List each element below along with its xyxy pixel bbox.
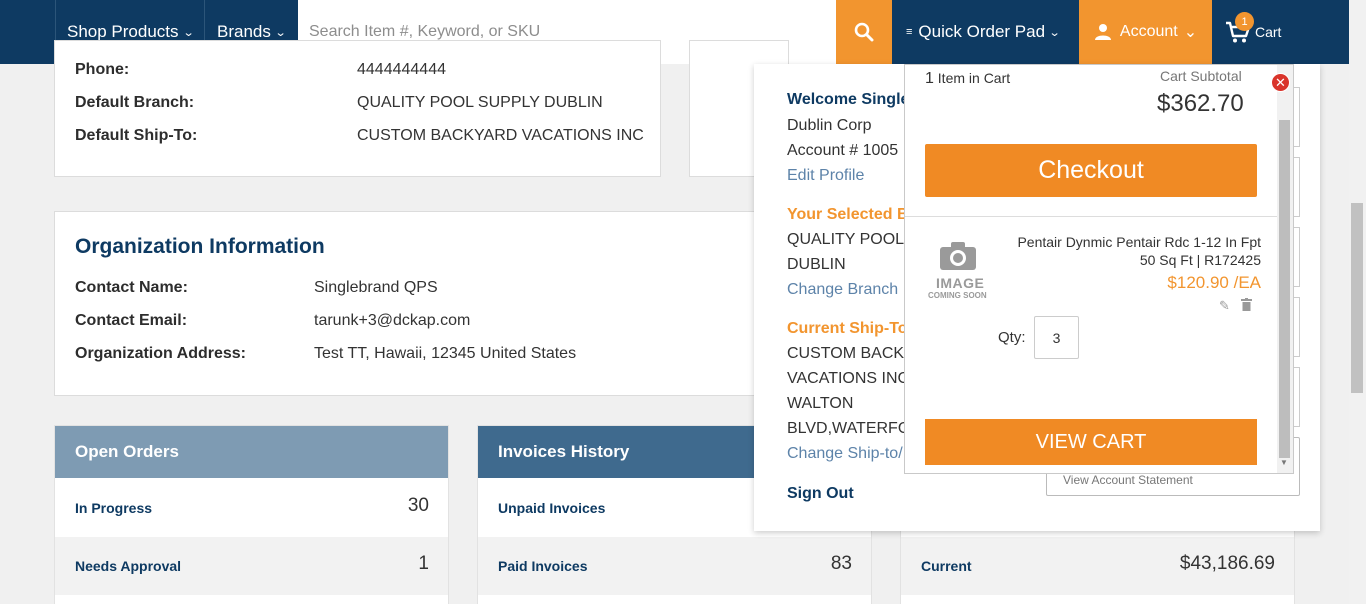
view-statement-label: View Account Statement xyxy=(1063,473,1193,487)
change-branch-link[interactable]: Change Branch xyxy=(787,281,898,299)
open-orders-title: Open Orders xyxy=(55,426,448,478)
product-name[interactable]: Pentair Dynmic Pentair Rdc 1-12 In Fpt 5… xyxy=(995,233,1261,269)
trash-icon[interactable] xyxy=(1241,298,1252,316)
image-placeholder-subtext: COMING SOON xyxy=(928,291,987,300)
item-count-number: 1 xyxy=(925,70,934,87)
camera-icon xyxy=(940,242,976,270)
open-orders-panel: Open Orders In Progress 30 Needs Approva… xyxy=(54,425,449,604)
default-branch-value: QUALITY POOL SUPPLY DUBLIN xyxy=(357,94,603,111)
search-icon xyxy=(854,22,874,42)
product-name-line1: Pentair Dynmic Pentair Rdc 1-12 In Fpt xyxy=(1017,234,1261,250)
view-cart-button[interactable]: VIEW CART xyxy=(925,419,1257,465)
brands-label: Brands xyxy=(217,22,271,41)
item-count-label: Item in Cart xyxy=(937,70,1011,86)
paid-invoices-count: 83 xyxy=(830,553,852,574)
account-menu[interactable]: Account ⌄ xyxy=(1079,0,1212,64)
welcome-text: Welcome Single xyxy=(787,91,910,108)
cart-item-count: 1 Item in Cart xyxy=(925,70,1010,88)
mini-cart: 1 Item in Cart Cart Subtotal $362.70 Che… xyxy=(904,64,1294,474)
search-button[interactable] xyxy=(836,0,892,64)
unpaid-invoices-label[interactable]: Unpaid Invoices xyxy=(498,500,605,516)
paid-invoices-label[interactable]: Paid Invoices xyxy=(498,558,587,574)
close-icon[interactable]: ✕ xyxy=(1271,73,1290,92)
default-shipto-value: CUSTOM BACKYARD VACATIONS INC xyxy=(357,127,644,144)
quick-order-pad-menu[interactable]: ≡ Quick Order Pad ⌄ xyxy=(906,0,1061,64)
cart-subtotal-label: Cart Subtotal xyxy=(1160,68,1242,84)
default-branch-label: Default Branch: xyxy=(75,94,195,111)
product-name-line2: 50 Sq Ft | R172425 xyxy=(1139,252,1261,268)
branch-name-line1: QUALITY POOL xyxy=(787,231,905,248)
in-progress-count: 30 xyxy=(407,495,429,516)
search-input[interactable] xyxy=(309,23,836,41)
image-placeholder-text: IMAGE xyxy=(936,275,985,291)
organization-address-label: Organization Address: xyxy=(75,345,246,362)
needs-approval-count: 1 xyxy=(418,553,429,574)
user-icon xyxy=(1094,24,1111,40)
cart-button[interactable]: Cart xyxy=(1213,0,1293,64)
contact-name-value: Singlebrand QPS xyxy=(314,279,438,296)
page-scroll-thumb[interactable] xyxy=(1351,203,1363,393)
cart-subtotal-value: $362.70 xyxy=(1157,90,1244,117)
divider xyxy=(905,216,1277,217)
contact-name-label: Contact Name: xyxy=(75,279,188,296)
phone-value: 4444444444 xyxy=(357,61,446,78)
minicart-scroll-thumb[interactable] xyxy=(1279,120,1290,458)
edit-profile-link[interactable]: Edit Profile xyxy=(787,167,864,185)
current-shipto-heading: Current Ship-To xyxy=(787,320,908,337)
needs-approval-label[interactable]: Needs Approval xyxy=(75,558,181,574)
edit-icon[interactable]: ✎ xyxy=(1219,298,1230,314)
account-number: Account # 1005 xyxy=(787,142,899,159)
organization-card: Organization Information Contact Name: S… xyxy=(54,211,794,396)
profile-card: Phone: 4444444444 Default Branch: QUALIT… xyxy=(54,40,661,177)
in-progress-label[interactable]: In Progress xyxy=(75,500,152,516)
chevron-down-icon: ⌄ xyxy=(1048,26,1061,39)
shop-products-label: Shop Products xyxy=(67,22,179,41)
quick-order-pad-label: Quick Order Pad xyxy=(918,22,1046,41)
shipto-line2: VACATIONS INC, xyxy=(787,370,914,387)
scroll-down-arrow[interactable]: ▼ xyxy=(1280,458,1288,467)
shipto-line1: CUSTOM BACKY xyxy=(787,345,915,362)
company-name: Dublin Corp xyxy=(787,117,872,134)
phone-label: Phone: xyxy=(75,61,130,78)
default-shipto-label: Default Ship-To: xyxy=(75,127,198,144)
selected-branch-heading: Your Selected B xyxy=(787,206,909,223)
qty-input[interactable] xyxy=(1034,316,1079,359)
current-balance-value: $43,186.69 xyxy=(1179,553,1275,574)
qty-label: Qty: xyxy=(998,329,1026,346)
product-price: $120.90 /EA xyxy=(1167,273,1261,292)
chevron-down-icon: ⌄ xyxy=(182,26,195,39)
contact-email-label: Contact Email: xyxy=(75,312,188,329)
branch-name-line2: DUBLIN xyxy=(787,256,846,273)
organization-title: Organization Information xyxy=(75,235,325,258)
checkout-button[interactable]: Checkout xyxy=(925,144,1257,197)
change-shipto-link[interactable]: Change Ship-to/ xyxy=(787,445,903,463)
product-image[interactable]: IMAGE COMING SOON xyxy=(925,238,995,302)
organization-address-value: Test TT, Hawaii, 12345 United States xyxy=(314,345,577,362)
account-label: Account xyxy=(1119,23,1178,40)
chevron-down-icon: ⌄ xyxy=(1183,24,1198,41)
shipto-line4: BLVD,WATERFOR xyxy=(787,420,922,437)
sign-out-link[interactable]: Sign Out xyxy=(787,485,854,503)
chevron-down-icon: ⌄ xyxy=(274,26,287,39)
list-icon: ≡ xyxy=(906,26,913,38)
current-balance-label: Current xyxy=(921,558,972,574)
shipto-line3: WALTON xyxy=(787,395,854,412)
cart-label: Cart xyxy=(1255,24,1282,40)
contact-email-value: tarunk+3@dckap.com xyxy=(314,312,471,329)
cart-count-badge: 1 xyxy=(1235,12,1254,31)
